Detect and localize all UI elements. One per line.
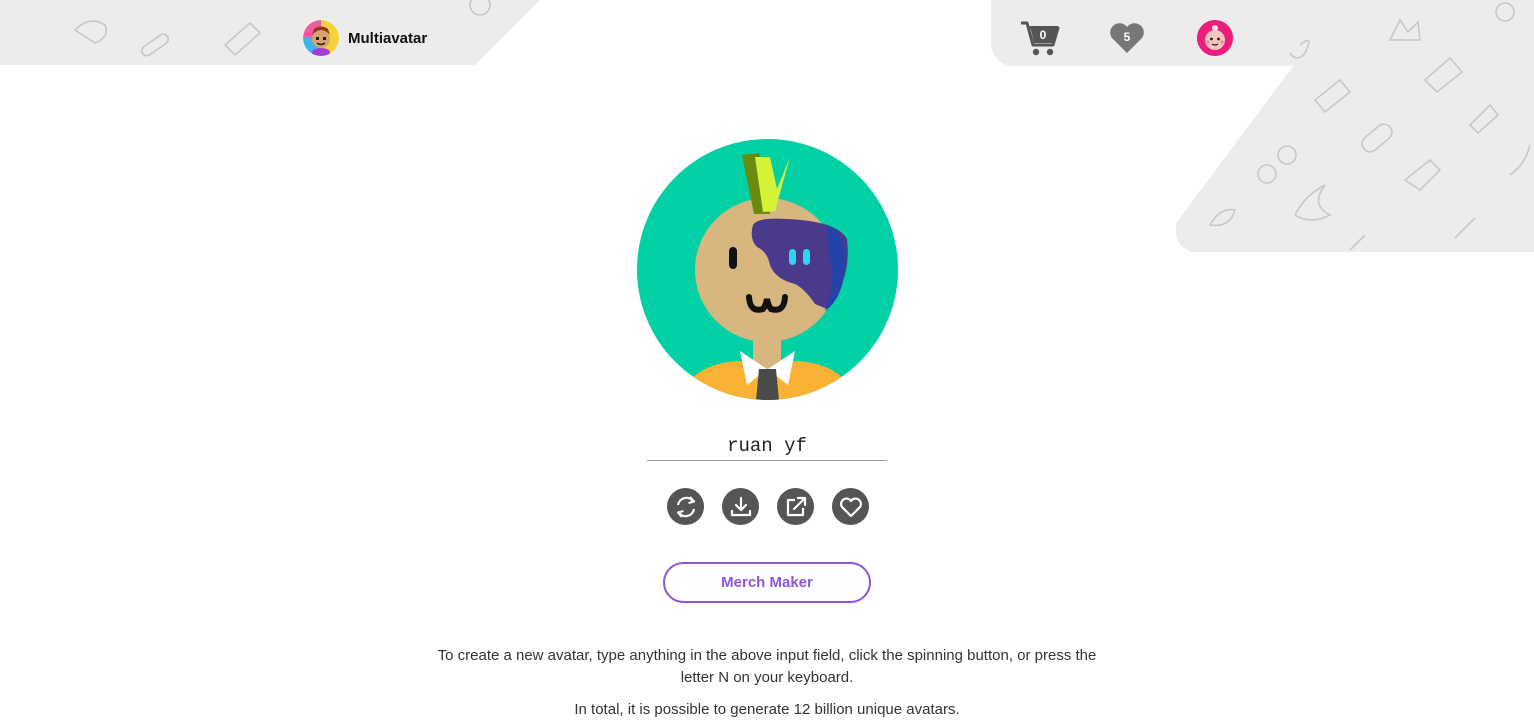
favorite-button[interactable] xyxy=(832,488,869,525)
heart-outline-icon xyxy=(839,497,862,517)
brand-name: Multiavatar xyxy=(348,29,428,47)
favorites-count: 5 xyxy=(1123,30,1131,44)
share-button[interactable] xyxy=(777,488,814,525)
cart-button[interactable]: 0 xyxy=(1019,20,1061,58)
favorites-button[interactable]: 5 xyxy=(1109,22,1145,54)
brand-logo[interactable]: Multiavatar xyxy=(303,20,427,56)
user-avatar[interactable] xyxy=(1197,20,1233,56)
refresh-icon xyxy=(676,495,695,518)
external-link-icon xyxy=(786,496,806,516)
user-avatar-icon xyxy=(1197,20,1233,56)
cart-count: 0 xyxy=(1039,28,1047,42)
logo-avatar-icon xyxy=(303,20,339,56)
avatar-name-input[interactable] xyxy=(647,432,887,461)
instructions-text: To create a new avatar, type anything in… xyxy=(437,647,1097,686)
avatar-actions xyxy=(667,488,869,525)
merch-maker-button[interactable]: Merch Maker xyxy=(663,562,871,603)
refresh-button[interactable] xyxy=(667,488,704,525)
total-avatars-text: In total, it is possible to generate 12 … xyxy=(574,701,960,718)
download-icon xyxy=(730,496,751,516)
download-button[interactable] xyxy=(722,488,759,525)
generated-avatar xyxy=(637,139,898,400)
